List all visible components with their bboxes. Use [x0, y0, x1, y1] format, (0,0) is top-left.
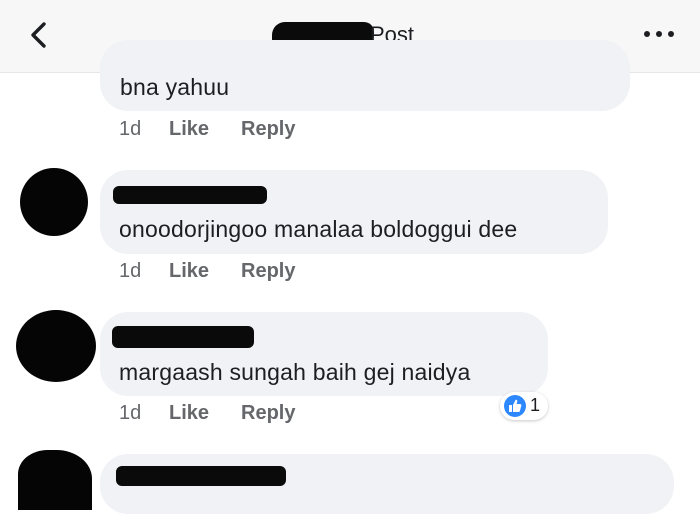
avatar[interactable]: [20, 168, 88, 236]
avatar[interactable]: [16, 310, 96, 382]
thumbs-up-icon: [504, 395, 526, 417]
redacted-author-name[interactable]: [116, 466, 286, 486]
avatar[interactable]: [18, 450, 92, 510]
reply-button[interactable]: Reply: [241, 118, 295, 141]
comment-text: onoodorjingoo manalaa boldoggui dee: [119, 216, 518, 242]
like-button[interactable]: Like: [169, 260, 209, 283]
comment-text: margaash sungah baih gej naidya: [119, 359, 471, 385]
comment-timestamp: 1d: [119, 118, 142, 140]
redacted-author-name[interactable]: [112, 326, 254, 348]
reply-button[interactable]: Reply: [241, 402, 295, 425]
comment-text: bna yahuu: [120, 74, 230, 100]
redacted-author-name[interactable]: [113, 186, 267, 204]
like-button[interactable]: Like: [169, 118, 209, 141]
chevron-left-icon: [31, 22, 46, 48]
reply-button[interactable]: Reply: [241, 260, 295, 283]
comment-timestamp: 1d: [119, 260, 142, 282]
like-button[interactable]: Like: [169, 402, 209, 425]
more-options-button[interactable]: [640, 22, 678, 46]
comment-timestamp: 1d: [119, 402, 142, 424]
reaction-badge[interactable]: 1: [500, 392, 548, 420]
more-dots-icon: [644, 31, 650, 37]
reaction-count: 1: [530, 395, 541, 415]
back-button[interactable]: [24, 18, 56, 52]
